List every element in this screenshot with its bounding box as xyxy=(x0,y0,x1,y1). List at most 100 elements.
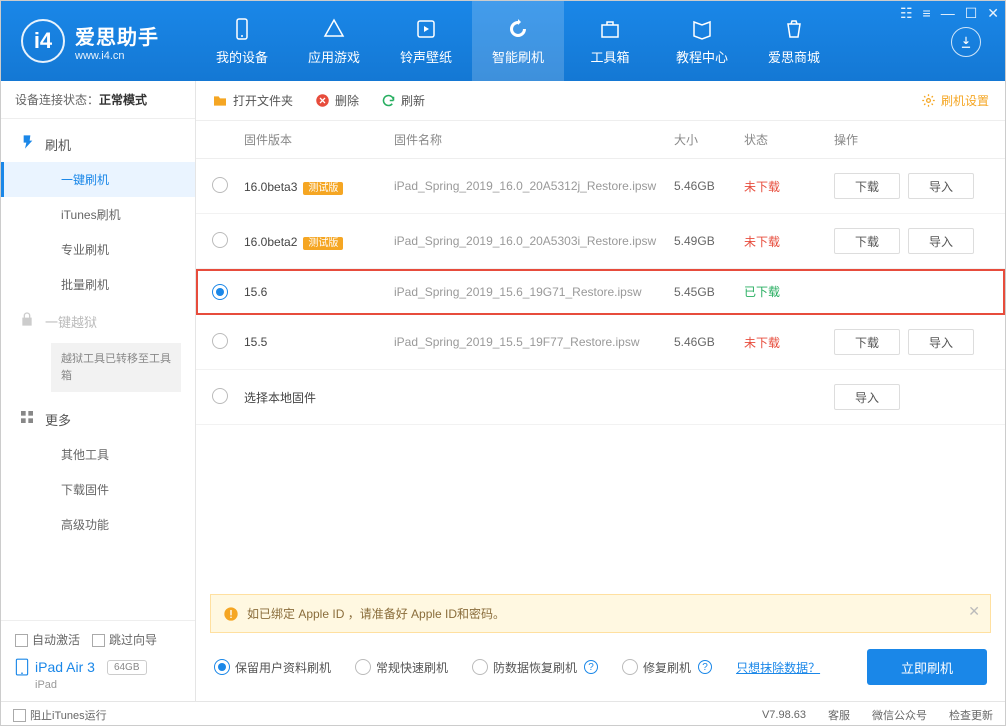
nav-tab[interactable]: 爱思商城 xyxy=(748,1,840,81)
opt-keep-data[interactable]: 保留用户资料刷机 xyxy=(214,659,331,676)
sidebar-item-downloadfw[interactable]: 下载固件 xyxy=(1,472,195,507)
row-radio[interactable] xyxy=(212,284,228,300)
firmware-size: 5.49GB xyxy=(674,234,744,248)
import-button[interactable]: 导入 xyxy=(834,384,900,410)
nav-tab[interactable]: 应用游戏 xyxy=(288,1,380,81)
close-warning-icon[interactable]: ✕ xyxy=(968,603,980,620)
download-button[interactable]: 下载 xyxy=(834,228,900,254)
help-icon[interactable]: ? xyxy=(584,660,598,674)
gear-icon xyxy=(921,93,936,108)
download-indicator-icon[interactable] xyxy=(951,27,981,57)
import-button[interactable]: 导入 xyxy=(908,173,974,199)
version-text: 15.5 xyxy=(244,335,267,349)
nav-icon xyxy=(506,17,530,41)
version-text: 15.6 xyxy=(244,285,267,299)
main-panel: 打开文件夹 删除 刷新 刷机设置 固件版本 固件名称 大小 状态 操作 xyxy=(196,81,1005,701)
version-text: 16.0beta3 xyxy=(244,180,297,194)
toolbar: 打开文件夹 删除 刷新 刷机设置 xyxy=(196,81,1005,121)
logo: i4 爱思助手 www.i4.cn xyxy=(1,19,196,63)
list-icon[interactable]: ≡ xyxy=(923,5,931,22)
refresh-icon xyxy=(381,93,396,108)
device-name[interactable]: iPad Air 3 64GB xyxy=(15,658,181,676)
sidebar-item-pro[interactable]: 专业刷机 xyxy=(1,232,195,267)
skip-guide-checkbox[interactable]: 跳过向导 xyxy=(92,631,157,648)
opt-antirecover[interactable]: 防数据恢复刷机? xyxy=(472,659,598,676)
opt-normal[interactable]: 常规快速刷机 xyxy=(355,659,448,676)
version-label: V7.98.63 xyxy=(762,709,806,721)
firmware-name: iPad_Spring_2019_15.6_19G71_Restore.ipsw xyxy=(394,285,674,299)
nav-tab[interactable]: 我的设备 xyxy=(196,1,288,81)
firmware-name: iPad_Spring_2019_15.5_19F77_Restore.ipsw xyxy=(394,335,674,349)
erase-link[interactable]: 只想抹除数据？ xyxy=(736,659,820,676)
jailbreak-note: 越狱工具已转移至工具箱 xyxy=(51,343,181,392)
flash-icon xyxy=(19,134,35,150)
open-folder-button[interactable]: 打开文件夹 xyxy=(212,92,293,109)
table-row-local[interactable]: 选择本地固件 导入 xyxy=(196,370,1005,425)
status-bar: 阻止iTunes运行 V7.98.63 客服 微信公众号 检查更新 xyxy=(1,701,1005,727)
delete-icon xyxy=(315,93,330,108)
more-icon xyxy=(19,409,35,425)
table-row[interactable]: 15.5 iPad_Spring_2019_15.5_19F77_Restore… xyxy=(196,315,1005,370)
sidebar-item-advanced[interactable]: 高级功能 xyxy=(1,507,195,542)
app-title: 爱思助手 xyxy=(75,21,159,50)
download-status: 未下载 xyxy=(744,178,834,195)
logo-icon: i4 xyxy=(21,19,65,63)
folder-icon xyxy=(212,93,228,109)
help-icon[interactable]: ? xyxy=(698,660,712,674)
window-controls: ☷ ≡ — ☐ ✕ xyxy=(900,5,999,22)
close-icon[interactable]: ✕ xyxy=(987,5,999,22)
capacity-badge: 64GB xyxy=(107,660,147,675)
support-link[interactable]: 客服 xyxy=(828,707,850,723)
sidebar-group-flash[interactable]: 刷机 xyxy=(1,125,195,162)
opt-repair[interactable]: 修复刷机? xyxy=(622,659,712,676)
warning-icon xyxy=(223,606,239,622)
nav-tab[interactable]: 教程中心 xyxy=(656,1,748,81)
minimize-icon[interactable]: — xyxy=(941,5,955,22)
firmware-size: 5.46GB xyxy=(674,335,744,349)
delete-button[interactable]: 删除 xyxy=(315,92,359,109)
import-button[interactable]: 导入 xyxy=(908,329,974,355)
sidebar-group-more[interactable]: 更多 xyxy=(1,400,195,437)
maximize-icon[interactable]: ☐ xyxy=(965,5,978,22)
firmware-name: iPad_Spring_2019_16.0_20A5312j_Restore.i… xyxy=(394,179,674,193)
table-row[interactable]: 16.0beta2测试版 iPad_Spring_2019_16.0_20A53… xyxy=(196,214,1005,269)
download-button[interactable]: 下载 xyxy=(834,329,900,355)
action-bar: 保留用户资料刷机 常规快速刷机 防数据恢复刷机? 修复刷机? 只想抹除数据？ 立… xyxy=(196,633,1005,701)
download-button[interactable]: 下载 xyxy=(834,173,900,199)
row-radio[interactable] xyxy=(212,333,228,349)
status-label: 设备连接状态： xyxy=(15,93,99,107)
flash-settings-button[interactable]: 刷机设置 xyxy=(921,92,989,109)
table-row[interactable]: 16.0beta3测试版 iPad_Spring_2019_16.0_20A53… xyxy=(196,159,1005,214)
nav-tab[interactable]: 铃声壁纸 xyxy=(380,1,472,81)
warning-text: 如已绑定 Apple ID ，请准备好 Apple ID和密码。 xyxy=(247,605,505,622)
import-button[interactable]: 导入 xyxy=(908,228,974,254)
status-value: 正常模式 xyxy=(99,93,147,107)
sidebar-item-itunes[interactable]: iTunes刷机 xyxy=(1,197,195,232)
check-update-link[interactable]: 检查更新 xyxy=(949,707,993,723)
row-radio[interactable] xyxy=(212,388,228,404)
flash-now-button[interactable]: 立即刷机 xyxy=(867,649,987,685)
table-row[interactable]: 15.6 iPad_Spring_2019_15.6_19G71_Restore… xyxy=(196,269,1005,315)
nav-icon xyxy=(230,17,254,41)
col-version: 固件版本 xyxy=(244,131,394,148)
nav-tab[interactable]: 工具箱 xyxy=(564,1,656,81)
device-status: 设备连接状态：正常模式 xyxy=(1,81,195,119)
nav-tab[interactable]: 智能刷机 xyxy=(472,1,564,81)
app-url: www.i4.cn xyxy=(75,50,159,62)
col-ops: 操作 xyxy=(834,131,989,148)
block-itunes-checkbox[interactable]: 阻止iTunes运行 xyxy=(13,707,107,723)
refresh-button[interactable]: 刷新 xyxy=(381,92,425,109)
row-radio[interactable] xyxy=(212,177,228,193)
menu-icon[interactable]: ☷ xyxy=(900,5,913,22)
download-status: 未下载 xyxy=(744,334,834,351)
wechat-link[interactable]: 微信公众号 xyxy=(872,707,927,723)
sidebar-item-oneclick[interactable]: 一键刷机 xyxy=(1,162,195,197)
sidebar-item-batch[interactable]: 批量刷机 xyxy=(1,267,195,302)
beta-tag: 测试版 xyxy=(303,237,343,250)
auto-activate-checkbox[interactable]: 自动激活 xyxy=(15,631,80,648)
download-status: 未下载 xyxy=(744,233,834,250)
sidebar-group-jailbreak: 一键越狱 xyxy=(1,302,195,339)
local-firmware-label: 选择本地固件 xyxy=(244,389,394,406)
sidebar-item-othertools[interactable]: 其他工具 xyxy=(1,437,195,472)
row-radio[interactable] xyxy=(212,232,228,248)
